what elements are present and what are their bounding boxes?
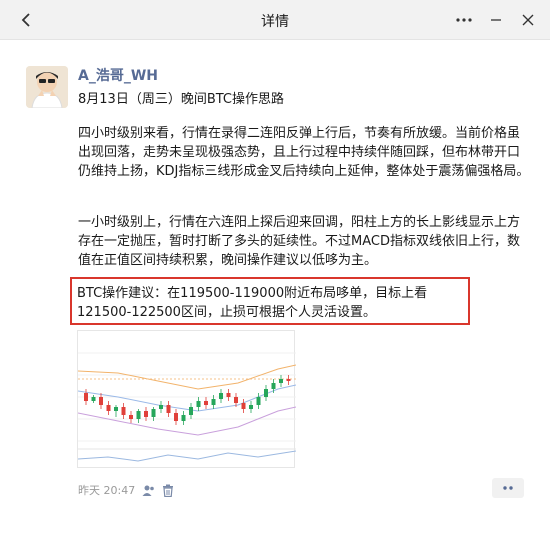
chart-band-line	[77, 364, 297, 390]
chart-candle	[264, 389, 268, 397]
visibility-button[interactable]	[141, 483, 155, 497]
titlebar-actions	[452, 8, 540, 32]
minimize-icon	[491, 19, 501, 21]
chart-candle	[114, 407, 118, 411]
chart-candle	[151, 409, 156, 417]
chart-band-line	[77, 384, 297, 412]
chart-candle	[144, 411, 148, 417]
avatar[interactable]	[26, 66, 68, 108]
chart-candle	[226, 393, 231, 397]
chart-indicator-line	[77, 450, 297, 462]
chart-candle	[196, 401, 201, 407]
chart-candle	[121, 407, 126, 415]
ellipsis-icon	[456, 18, 472, 22]
username-link[interactable]: A_浩哥_WH	[78, 65, 158, 85]
two-dots-icon	[503, 486, 513, 490]
candlestick-chart	[77, 352, 297, 462]
close-icon	[522, 14, 534, 26]
more-options-button[interactable]	[452, 8, 476, 32]
chart-candle	[211, 399, 216, 405]
trade-suggestion: BTC操作建议：在119500-119000附近布局哆单，目标上看121500-…	[77, 286, 428, 320]
minimize-button[interactable]	[484, 8, 508, 32]
title-bar: 详情	[0, 0, 550, 40]
chart-candle	[271, 383, 276, 389]
person-icon	[142, 485, 154, 496]
chart-candle	[219, 393, 223, 399]
chart-candle	[256, 397, 261, 405]
post-meta: 昨天 20:47	[78, 482, 175, 498]
chart-candle	[286, 379, 291, 381]
post-time: 昨天 20:47	[78, 484, 136, 497]
post-paragraph: 四小时级别来看，行情在录得二连阳反弹上行后，节奏有所放缓。当前价格虽出现回落，走…	[78, 126, 530, 179]
chart-candle	[189, 407, 193, 415]
chart-candle	[129, 415, 133, 419]
post-title: 8月13日（周三）晚间BTC操作思路	[78, 92, 284, 107]
chart-candle	[279, 379, 283, 383]
chart-candle	[166, 405, 171, 413]
chart-candle	[84, 393, 88, 401]
chart-band-line	[77, 406, 297, 436]
close-button[interactable]	[516, 8, 540, 32]
chart-candle	[99, 397, 103, 405]
chart-candle	[91, 397, 96, 401]
post-paragraph: 一小时级别上，行情在六连阳上探后迎来回调，阳柱上方的长上影线显示上方存在一定抛压…	[78, 215, 521, 268]
comment-menu-button[interactable]	[492, 478, 524, 498]
chart-candle	[204, 401, 208, 405]
chart-image[interactable]	[77, 330, 297, 468]
chart-candle	[234, 397, 238, 403]
avatar-image	[26, 66, 68, 108]
chart-candle	[181, 415, 186, 421]
chart-candle	[241, 403, 246, 409]
chart-candle	[159, 405, 163, 409]
chart-candle	[106, 405, 111, 411]
trash-icon	[163, 484, 174, 497]
chart-candle	[249, 405, 253, 409]
chart-candle	[174, 413, 178, 421]
delete-button[interactable]	[161, 483, 175, 497]
chart-candle	[136, 411, 141, 419]
